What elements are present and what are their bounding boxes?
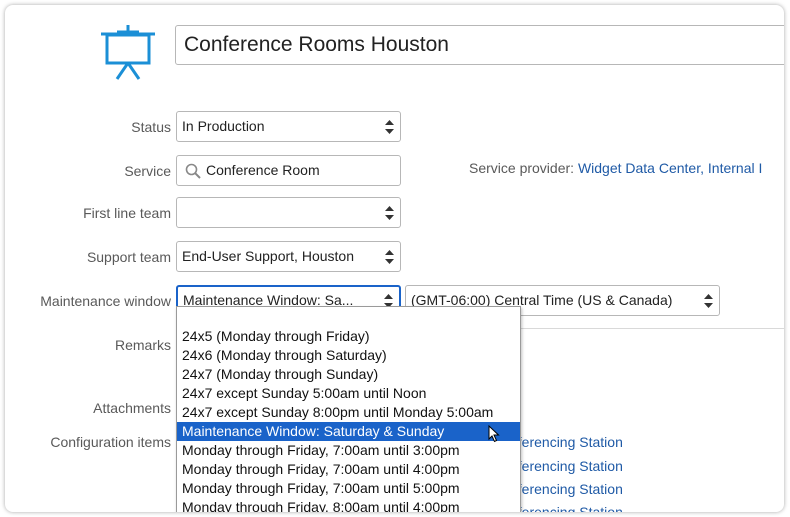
configuration-item-link[interactable]: nferencing Station — [510, 458, 623, 474]
dropdown-option[interactable]: Monday through Friday, 7:00am until 5:00… — [177, 479, 520, 498]
service-search-input[interactable]: Conference Room — [176, 155, 401, 186]
support-team-select[interactable]: End-User Support, Houston — [176, 241, 401, 272]
configuration-item-link[interactable]: nferencing Station — [510, 504, 623, 512]
dropdown-option[interactable]: 24x7 except Sunday 5:00am until Noon — [177, 384, 520, 403]
first-line-team-select[interactable] — [176, 197, 401, 228]
service-value: Conference Room — [206, 162, 320, 178]
dropdown-option[interactable]: Monday through Friday, 7:00am until 4:00… — [177, 460, 520, 479]
search-icon — [185, 163, 201, 179]
mouse-pointer-icon — [488, 425, 500, 443]
dropdown-option-selected[interactable]: Maintenance Window: Saturday & Sunday — [177, 422, 520, 441]
dropdown-option[interactable]: Monday through Friday, 8:00am until 4:00… — [177, 498, 520, 512]
support-team-label: Support team — [86, 249, 171, 265]
select-arrows-icon — [704, 294, 713, 308]
status-value: In Production — [182, 118, 265, 134]
dropdown-option[interactable]: Monday through Friday, 7:00am until 3:00… — [177, 441, 520, 460]
configuration-items-label: Configuration items — [50, 434, 171, 450]
select-arrows-icon — [385, 120, 394, 134]
support-team-value: End-User Support, Houston — [182, 248, 354, 264]
service-provider: Service provider: Widget Data Center, In… — [469, 160, 762, 176]
title-input[interactable]: Conference Rooms Houston — [175, 25, 784, 65]
status-select[interactable]: In Production — [176, 111, 401, 142]
dropdown-option[interactable]: 24x7 except Sunday 8:00pm until Monday 5… — [177, 403, 520, 422]
maintenance-window-label: Maintenance window — [40, 293, 171, 309]
select-arrows-icon — [385, 250, 394, 264]
configuration-item-link[interactable]: nferencing Station — [510, 434, 623, 450]
select-arrows-icon — [385, 206, 394, 220]
status-label: Status — [131, 119, 171, 135]
dropdown-option[interactable]: 24x6 (Monday through Saturday) — [177, 346, 520, 365]
attachments-label: Attachments — [93, 400, 171, 416]
configuration-item-link[interactable]: nferencing Station — [510, 481, 623, 497]
service-provider-label: Service provider: — [469, 160, 575, 176]
first-line-team-label: First line team — [83, 205, 171, 221]
service-label: Service — [124, 163, 171, 179]
dropdown-option[interactable]: 24x5 (Monday through Friday) — [177, 327, 520, 346]
record-card: Conference Rooms Houston Status In Produ… — [5, 5, 784, 512]
service-provider-link[interactable]: Widget Data Center, Internal I — [578, 160, 762, 176]
dropdown-option[interactable]: 24x7 (Monday through Sunday) — [177, 365, 520, 384]
divider — [515, 328, 784, 329]
maintenance-window-dropdown[interactable]: 24x5 (Monday through Friday) 24x6 (Monda… — [176, 306, 521, 512]
presentation-board-icon — [101, 25, 155, 80]
remarks-label: Remarks — [114, 337, 171, 353]
